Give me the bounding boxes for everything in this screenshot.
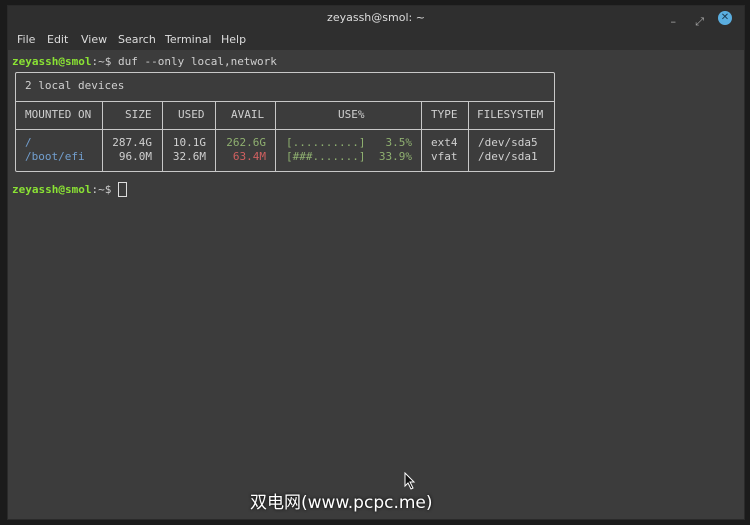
divider bbox=[275, 101, 276, 171]
header-type: TYPE bbox=[431, 108, 458, 121]
divider bbox=[215, 101, 216, 171]
divider bbox=[102, 101, 103, 171]
row1-fs: /dev/sda5 bbox=[478, 136, 538, 149]
menu-bar: File Edit View Search Terminal Help bbox=[8, 30, 744, 50]
prompt-path: :~$ bbox=[91, 183, 112, 196]
header-used: USED bbox=[178, 108, 205, 121]
row1-type: ext4 bbox=[431, 136, 458, 149]
table-title: 2 local devices bbox=[25, 79, 125, 92]
menu-terminal[interactable]: Terminal bbox=[165, 33, 212, 46]
divider bbox=[468, 101, 469, 171]
row1-size: 287.4G bbox=[112, 136, 152, 149]
divider bbox=[421, 101, 422, 171]
command-line: zeyassh@smol:~$ duf --only local,network bbox=[12, 55, 277, 68]
row2-bar: [###.......] bbox=[286, 150, 366, 163]
header-filesystem: FILESYSTEM bbox=[477, 108, 544, 121]
terminal-output[interactable]: zeyassh@smol:~$ duf --only local,network… bbox=[8, 50, 744, 519]
terminal-window: zeyassh@smol: ~ – ⤢ ✕ File Edit View Sea… bbox=[7, 5, 745, 520]
menu-help[interactable]: Help bbox=[221, 33, 246, 46]
row2-fs: /dev/sda1 bbox=[478, 150, 538, 163]
header-mounted: MOUNTED ON bbox=[25, 108, 92, 121]
menu-view[interactable]: View bbox=[81, 33, 107, 46]
header-size: SIZE bbox=[125, 108, 152, 121]
row1-avail: 262.6G bbox=[226, 136, 266, 149]
row2-avail: 63.4M bbox=[232, 150, 266, 163]
window-title: zeyassh@smol: ~ bbox=[327, 11, 425, 24]
menu-file[interactable]: File bbox=[17, 33, 35, 46]
row2-pct: 33.9% bbox=[378, 150, 412, 163]
command-text: duf --only local,network bbox=[111, 55, 277, 68]
prompt-user-host: zeyassh@smol bbox=[12, 55, 92, 68]
divider bbox=[16, 101, 554, 102]
row1-pct: 3.5% bbox=[385, 136, 413, 149]
divider bbox=[16, 129, 554, 130]
menu-edit[interactable]: Edit bbox=[47, 33, 68, 46]
prompt-user-host: zeyassh@smol bbox=[12, 183, 92, 196]
row1-mount: / bbox=[25, 136, 32, 149]
header-avail: AVAIL bbox=[231, 108, 265, 121]
watermark: 双电网(www.pcpc.me) bbox=[250, 493, 433, 513]
prompt-line: zeyassh@smol:~$ bbox=[12, 183, 111, 196]
row2-size: 96.0M bbox=[118, 150, 152, 163]
row1-bar: [..........] bbox=[286, 136, 366, 149]
row2-type: vfat bbox=[431, 150, 458, 163]
row2-used: 32.6M bbox=[172, 150, 206, 163]
header-use-pct: USE% bbox=[338, 108, 365, 121]
row1-used: 10.1G bbox=[172, 136, 206, 149]
close-button[interactable]: ✕ bbox=[718, 11, 732, 25]
prompt-path: :~$ bbox=[91, 55, 112, 68]
row2-mount: /boot/efi bbox=[25, 150, 85, 163]
duf-table: 2 local devices MOUNTED ON SIZE USED AVA… bbox=[15, 72, 555, 172]
menu-search[interactable]: Search bbox=[118, 33, 156, 46]
text-cursor bbox=[118, 182, 127, 197]
divider bbox=[162, 101, 163, 171]
title-bar: zeyassh@smol: ~ – ⤢ ✕ bbox=[8, 6, 744, 30]
